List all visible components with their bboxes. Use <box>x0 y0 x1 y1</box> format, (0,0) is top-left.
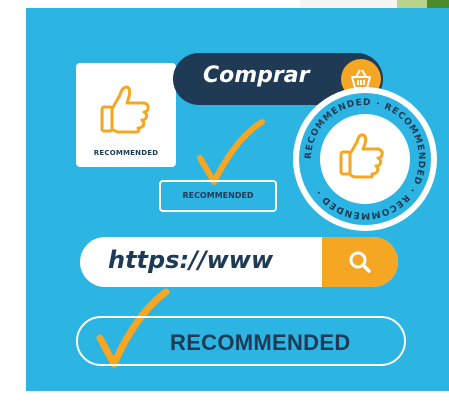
recommended-box: RECOMMENDED <box>159 180 277 212</box>
recommended-pill-label: RECOMMENDED <box>170 330 351 355</box>
search-icon <box>349 251 371 273</box>
recommended-badge: RECOMMENDED · RECOMMENDED · RECOMMENDED … <box>293 87 437 231</box>
thumbs-up-icon <box>100 85 150 134</box>
url-search-bar[interactable]: https://www <box>80 237 398 287</box>
thumb-card-caption: RECOMMENDED <box>93 149 159 157</box>
search-button[interactable] <box>322 237 398 287</box>
recommended-box-label: RECOMMENDED <box>182 191 254 200</box>
url-text[interactable]: https://www <box>108 246 273 274</box>
recommended-pill: RECOMMENDED <box>76 316 406 366</box>
checkmark-icon <box>197 119 265 185</box>
recommended-thumb-card: RECOMMENDED <box>76 63 176 167</box>
